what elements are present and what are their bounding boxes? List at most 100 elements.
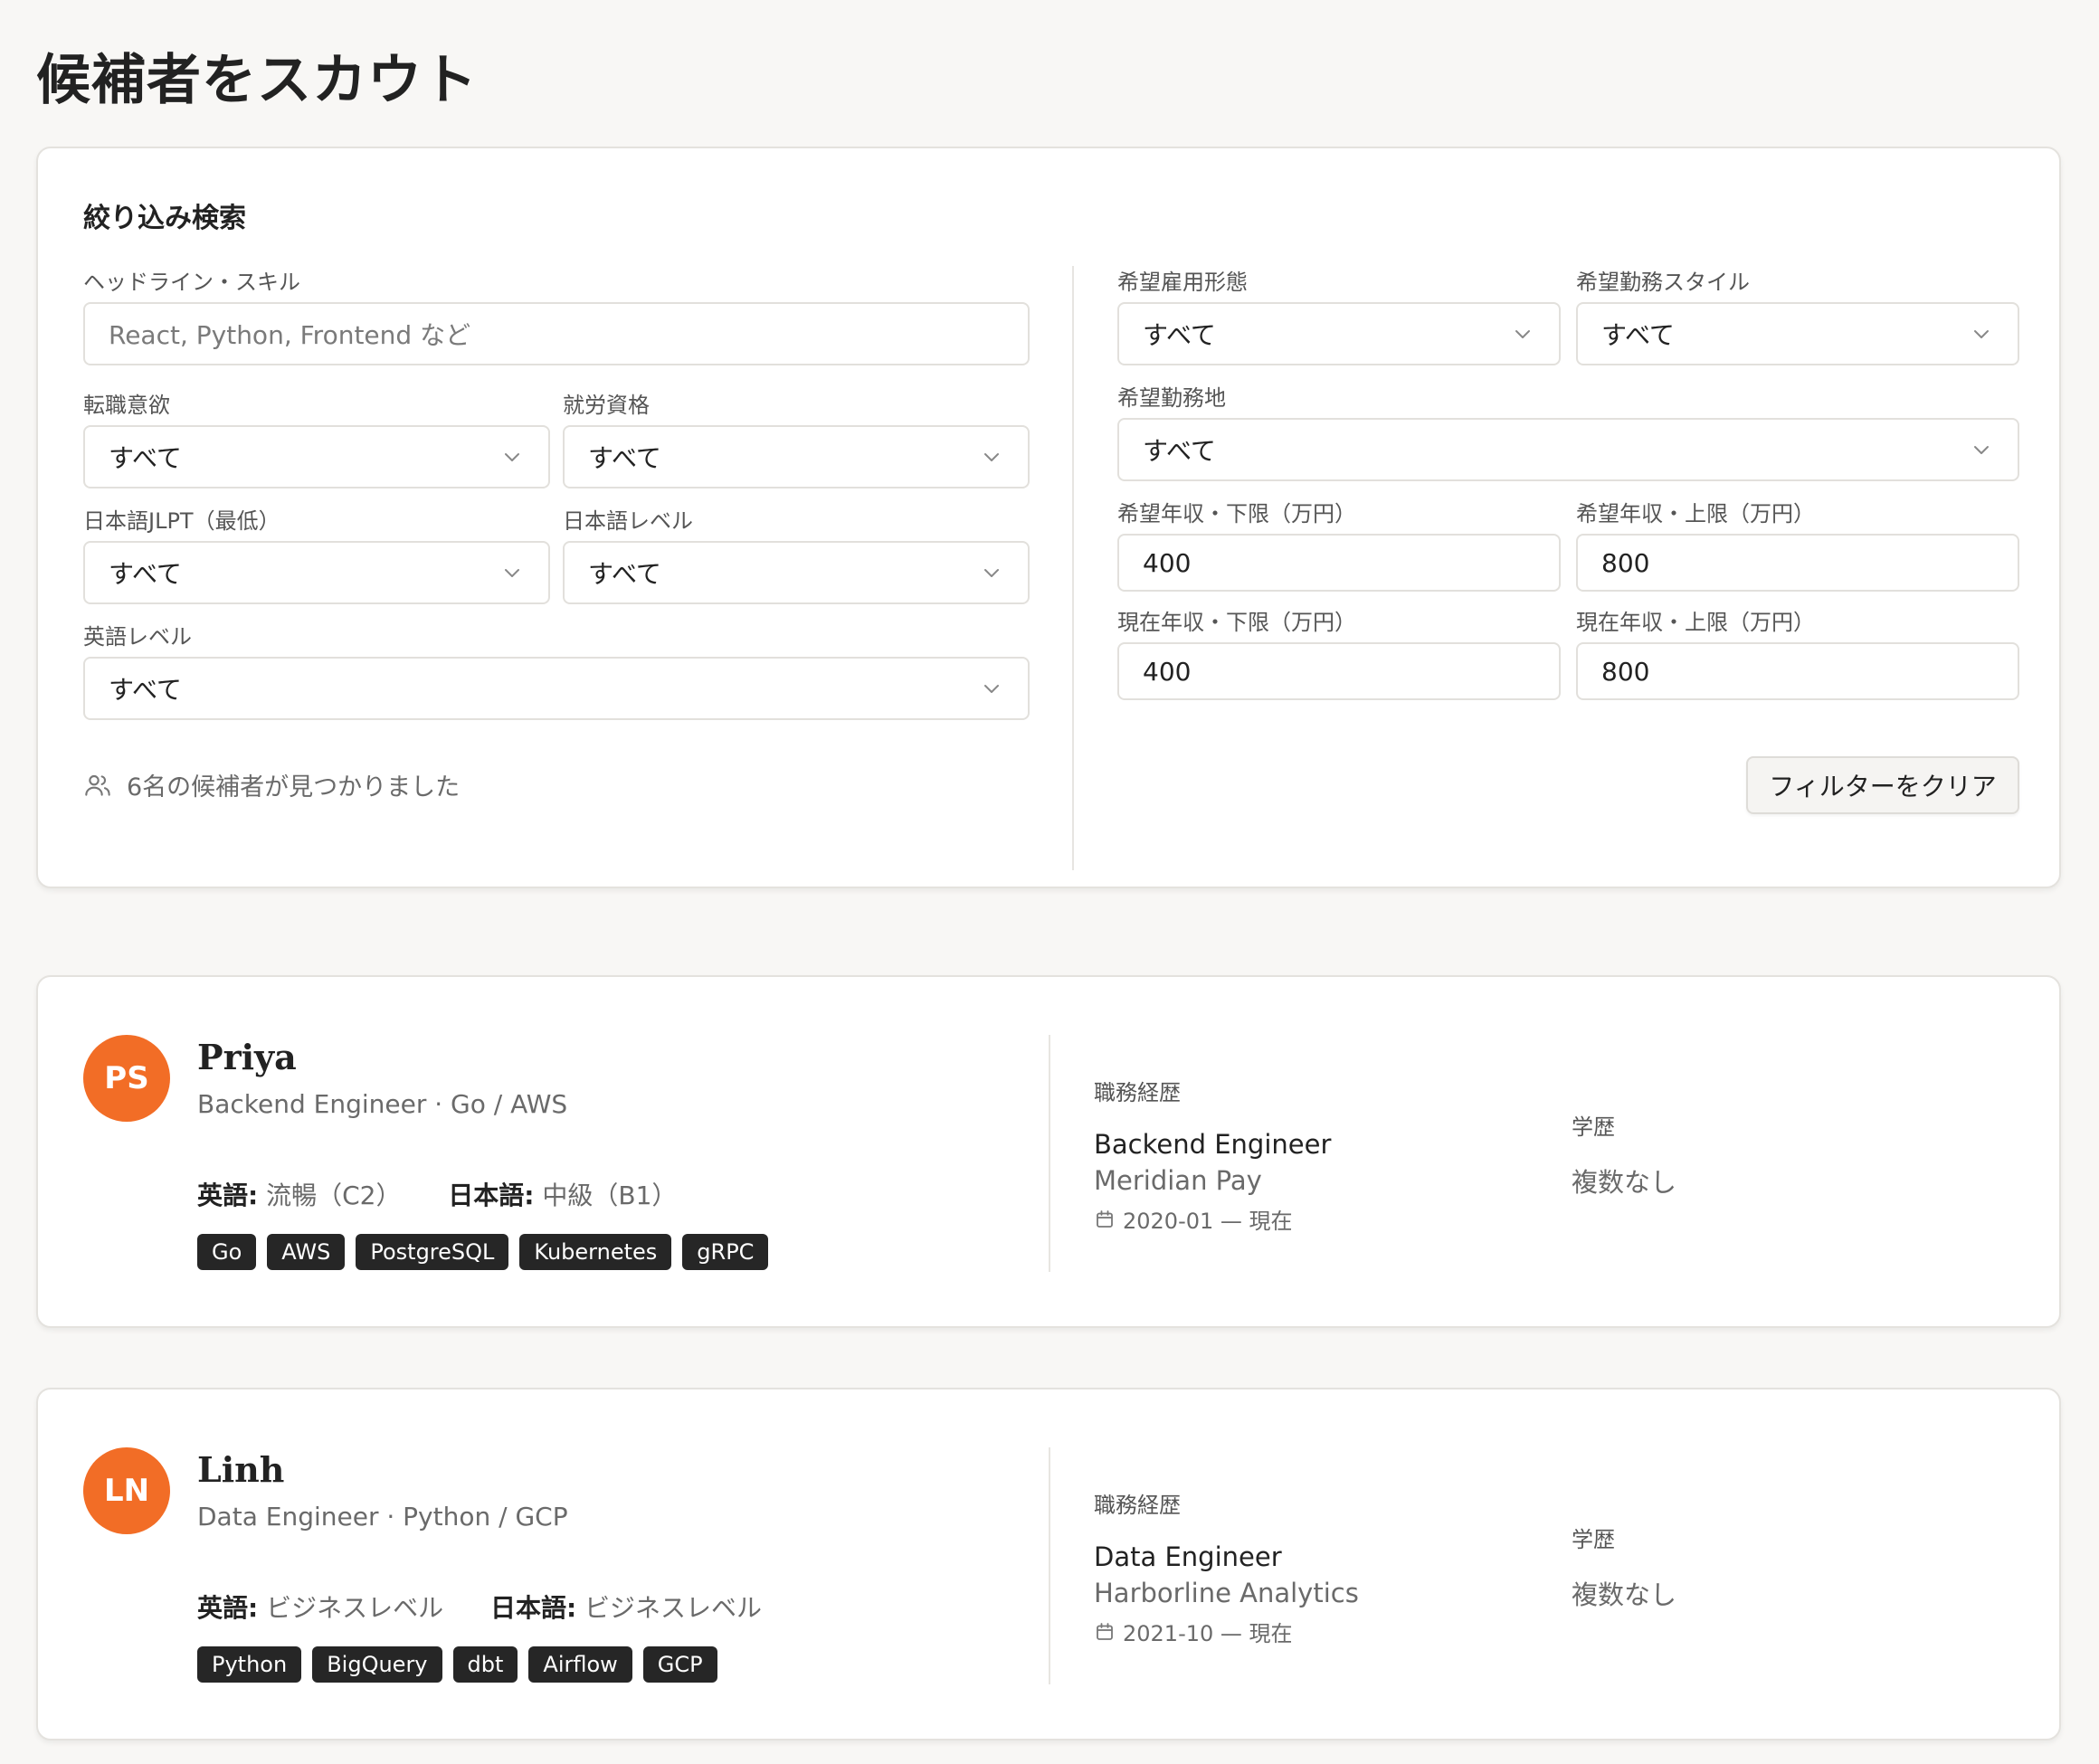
experience-company: Harborline Analytics: [1094, 1578, 1359, 1608]
candidate-headline: Backend Engineer · Go / AWS: [197, 1089, 568, 1119]
chevron-down-icon: [1974, 330, 1989, 338]
skill-tag: GCP: [642, 1646, 717, 1683]
japanese-label: 日本語:: [448, 1181, 535, 1210]
work-style-select[interactable]: すべて: [1576, 302, 2019, 365]
education-value: 複数なし: [1572, 1167, 1677, 1198]
desired-salary-max-input[interactable]: 800: [1576, 534, 2019, 592]
candidate-divider: [1049, 1447, 1050, 1684]
skill-tag: Kubernetes: [519, 1234, 672, 1270]
language-row: 英語: 流暢（C2） 日本語: 中級（B1）: [197, 1176, 677, 1212]
skill-tag: AWS: [267, 1234, 346, 1270]
job-change-intent-value: すべて: [109, 443, 182, 473]
filter-heading: 絞り込み検索: [83, 203, 246, 234]
skill-tag: dbt: [452, 1646, 518, 1683]
japanese-value: 中級（B1）: [542, 1181, 678, 1210]
japanese-level-label: 日本語レベル: [563, 508, 693, 534]
job-change-intent-label: 転職意欲: [83, 393, 170, 418]
employment-type-label: 希望雇用形態: [1117, 270, 1248, 295]
current-salary-min-value: 400: [1143, 656, 1192, 687]
skill-tags: Python BigQuery dbt Airflow GCP: [197, 1646, 717, 1683]
headline-skill-placeholder: React, Python, Frontend など: [109, 320, 471, 350]
skill-tag: PostgreSQL: [356, 1234, 509, 1270]
filter-panel: 絞り込み検索 ヘッドライン・スキル React, Python, Fronten…: [36, 147, 2061, 888]
japanese-value: ビジネスレベル: [584, 1593, 763, 1623]
headline-skill-label: ヘッドライン・スキル: [83, 270, 300, 295]
candidate-card[interactable]: PS Priya Backend Engineer · Go / AWS 英語:…: [36, 975, 2061, 1328]
experience-label: 職務経歴: [1094, 1080, 1181, 1105]
work-permit-label: 就労資格: [563, 393, 650, 418]
english-value: ビジネスレベル: [266, 1593, 444, 1623]
calendar-icon: [1097, 1622, 1113, 1640]
chevron-down-icon: [984, 453, 999, 461]
work-location-value: すべて: [1143, 436, 1216, 466]
headline-skill-input[interactable]: React, Python, Frontend など: [83, 302, 1030, 365]
page-title: 候補者をスカウト: [36, 49, 478, 112]
clear-filters-button[interactable]: フィルターをクリア: [1746, 756, 2019, 814]
candidate-name[interactable]: Priya: [197, 1037, 297, 1077]
chevron-down-icon: [1515, 330, 1530, 338]
language-row: 英語: ビジネスレベル 日本語: ビジネスレベル: [197, 1589, 762, 1625]
english-value: 流暢（C2）: [266, 1181, 402, 1210]
skill-tag: Python: [197, 1646, 302, 1683]
filter-column-divider: [1072, 266, 1074, 870]
experience-period-text: 2021-10 — 現在: [1123, 1621, 1293, 1646]
chevron-down-icon: [505, 569, 519, 577]
candidate-divider: [1049, 1035, 1050, 1272]
skill-tag: Go: [197, 1234, 257, 1270]
skill-tag: BigQuery: [312, 1646, 442, 1683]
jlpt-min-select[interactable]: すべて: [83, 541, 550, 604]
skill-tag: gRPC: [682, 1234, 769, 1270]
japanese-level-select[interactable]: すべて: [563, 541, 1030, 604]
desired-salary-min-value: 400: [1143, 547, 1192, 578]
skill-tags: Go AWS PostgreSQL Kubernetes gRPC: [197, 1234, 769, 1270]
work-permit-value: すべて: [588, 443, 661, 473]
job-change-intent-select[interactable]: すべて: [83, 425, 550, 488]
avatar: LN: [83, 1447, 170, 1534]
current-salary-max-input[interactable]: 800: [1576, 642, 2019, 700]
current-salary-min-input[interactable]: 400: [1117, 642, 1561, 700]
english-level-value: すべて: [109, 675, 182, 705]
education-label: 学歴: [1572, 1527, 1615, 1552]
experience-period-text: 2020-01 — 現在: [1123, 1209, 1293, 1234]
experience-title: Data Engineer: [1094, 1541, 1282, 1572]
desired-salary-min-label: 希望年収・下限（万円）: [1117, 501, 1356, 526]
experience-company: Meridian Pay: [1094, 1165, 1262, 1196]
jlpt-min-label: 日本語JLPT（最低）: [83, 508, 280, 534]
education-value: 複数なし: [1572, 1579, 1677, 1610]
chevron-down-icon: [1974, 446, 1989, 454]
current-salary-min-label: 現在年収・下限（万円）: [1117, 610, 1356, 635]
experience-period: 2020-01 — 現在: [1094, 1203, 1293, 1235]
avatar: PS: [83, 1035, 170, 1122]
chevron-down-icon: [984, 569, 999, 577]
employment-type-value: すべて: [1143, 320, 1216, 350]
employment-type-select[interactable]: すべて: [1117, 302, 1561, 365]
result-count-text: 6名の候補者が見つかりました: [127, 773, 461, 801]
jlpt-min-value: すべて: [109, 559, 182, 589]
work-style-value: すべて: [1601, 320, 1675, 350]
work-location-label: 希望勤務地: [1117, 385, 1226, 411]
english-label: 英語:: [197, 1181, 259, 1210]
scout-page: 候補者をスカウト 絞り込み検索 ヘッドライン・スキル React, Python…: [0, 0, 2099, 1764]
work-style-label: 希望勤務スタイル: [1576, 270, 1750, 295]
chevron-down-icon: [984, 685, 999, 693]
japanese-label: 日本語:: [489, 1593, 577, 1623]
english-label: 英語:: [197, 1593, 259, 1623]
users-icon: [85, 774, 110, 796]
experience-title: Backend Engineer: [1094, 1129, 1332, 1160]
candidate-name[interactable]: Linh: [197, 1449, 284, 1490]
work-location-select[interactable]: すべて: [1117, 418, 2019, 481]
japanese-level-value: すべて: [588, 559, 661, 589]
work-permit-select[interactable]: すべて: [563, 425, 1030, 488]
chevron-down-icon: [505, 453, 519, 461]
candidate-headline: Data Engineer · Python / GCP: [197, 1502, 568, 1532]
english-level-label: 英語レベル: [83, 624, 192, 650]
candidate-card[interactable]: LN Linh Data Engineer · Python / GCP 英語:…: [36, 1388, 2061, 1740]
skill-tag: Airflow: [528, 1646, 632, 1683]
current-salary-max-value: 800: [1601, 656, 1650, 687]
result-count: 6名の候補者が見つかりました: [83, 767, 460, 802]
desired-salary-min-input[interactable]: 400: [1117, 534, 1561, 592]
desired-salary-max-value: 800: [1601, 547, 1650, 578]
desired-salary-max-label: 希望年収・上限（万円）: [1576, 501, 1815, 526]
experience-period: 2021-10 — 現在: [1094, 1616, 1293, 1647]
english-level-select[interactable]: すべて: [83, 657, 1030, 720]
